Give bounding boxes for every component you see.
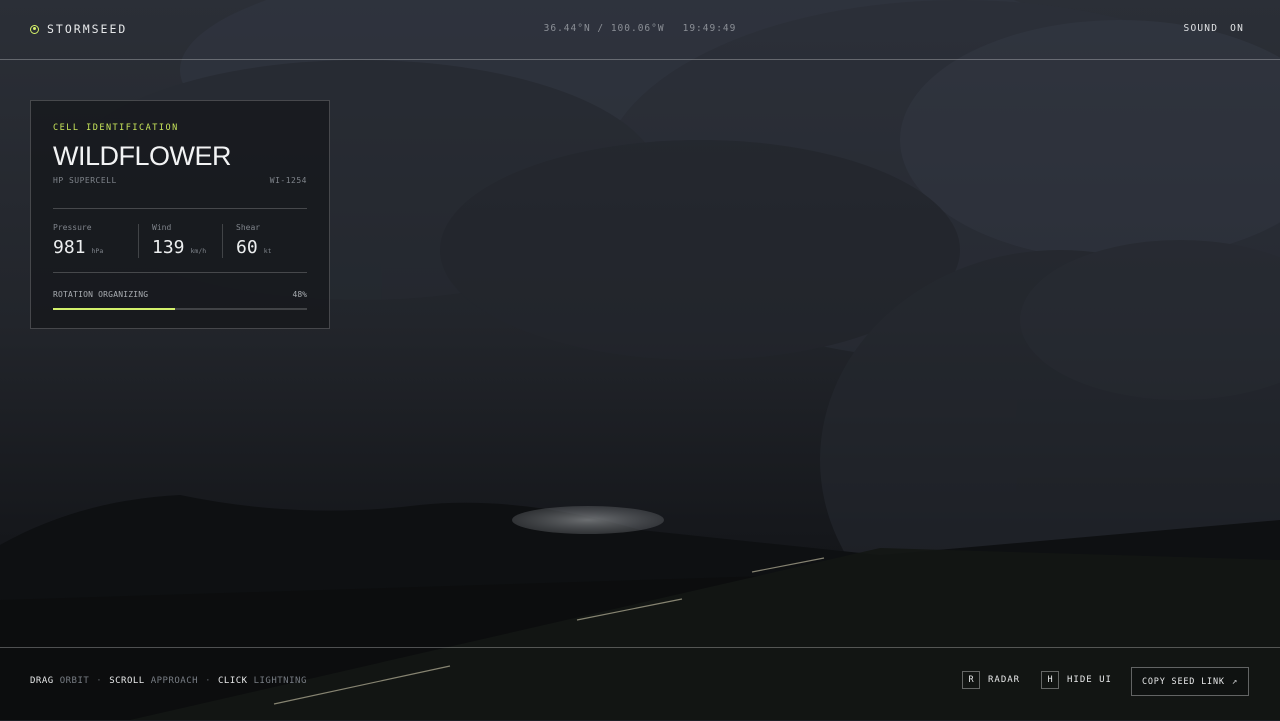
- cell-name: WILDFLOWER: [53, 141, 232, 171]
- sound-label: SOUND: [1183, 23, 1219, 34]
- sound-toggle[interactable]: SOUND ON: [1184, 23, 1244, 34]
- stat-value: 139: [152, 237, 185, 258]
- radar-label: RADAR: [988, 675, 1021, 685]
- stat-value: 60: [236, 237, 258, 258]
- hint-action: LIGHTNING: [253, 676, 307, 686]
- coordinates: 36.44°N / 100.06°W: [543, 23, 665, 34]
- external-link-icon: ↗: [1231, 676, 1239, 687]
- stat-unit: km/h: [190, 247, 207, 255]
- top-bar: STORMSEED 36.44°N / 100.06°W 19:49:49 SOU…: [0, 0, 1280, 60]
- stat-pressure: Pressure 981 hPa: [53, 223, 103, 258]
- hide-ui-key: H: [1041, 671, 1059, 689]
- rotation-progress-bar: [53, 308, 307, 310]
- hint-separator: ·: [205, 676, 211, 686]
- radar-key: R: [962, 671, 980, 689]
- hint-action: ORBIT: [59, 676, 90, 686]
- hint-key: SCROLL: [109, 676, 145, 686]
- location-readout: 36.44°N / 100.06°W 19:49:49: [0, 23, 1280, 34]
- hint-key: CLICK: [218, 676, 248, 686]
- radar-toggle[interactable]: R RADAR: [962, 671, 1020, 689]
- copy-seed-link-label: COPY SEED LINK: [1141, 676, 1225, 687]
- cell-type: HP SUPERCELL: [53, 176, 117, 185]
- divider: [53, 208, 307, 209]
- clock: 19:49:49: [682, 23, 737, 34]
- bottom-bar: DRAG ORBIT · SCROLL APPROACH · CLICK LIGHTNING …: [0, 647, 1280, 721]
- cell-identification-card: CELL IDENTIFICATION WILDFLOWER HP SUPERC…: [30, 100, 330, 329]
- hide-ui-label: HIDE UI: [1067, 675, 1112, 685]
- cell-id: WI-1254: [269, 176, 307, 185]
- hide-ui-toggle[interactable]: H HIDE UI: [1041, 671, 1112, 689]
- stat-separator: [138, 224, 139, 258]
- hint-separator: ·: [96, 676, 103, 686]
- rotation-label: ROTATION ORGANIZING: [53, 290, 149, 299]
- hint-action: APPROACH: [150, 676, 199, 686]
- stat-value: 981: [53, 237, 86, 258]
- stat-separator: [222, 224, 223, 258]
- rotation-progress-fill: [53, 308, 175, 310]
- copy-seed-link-button[interactable]: COPY SEED LINK ↗: [1131, 667, 1249, 696]
- stat-unit: hPa: [91, 247, 104, 255]
- divider: [53, 272, 307, 273]
- sound-state: ON: [1230, 23, 1244, 34]
- stat-label: Shear: [236, 223, 261, 232]
- control-hints: DRAG ORBIT · SCROLL APPROACH · CLICK LIGHTNING: [30, 676, 307, 686]
- stat-label: Pressure: [53, 223, 92, 232]
- stat-unit: kt: [263, 247, 272, 255]
- card-kicker: CELL IDENTIFICATION: [53, 123, 179, 133]
- stat-label: Wind: [152, 223, 172, 232]
- stat-shear: Shear 60 kt: [236, 223, 272, 258]
- rotation-percent: 48%: [292, 290, 307, 299]
- hint-key: DRAG: [30, 676, 54, 686]
- stat-wind: Wind 139 km/h: [152, 223, 206, 258]
